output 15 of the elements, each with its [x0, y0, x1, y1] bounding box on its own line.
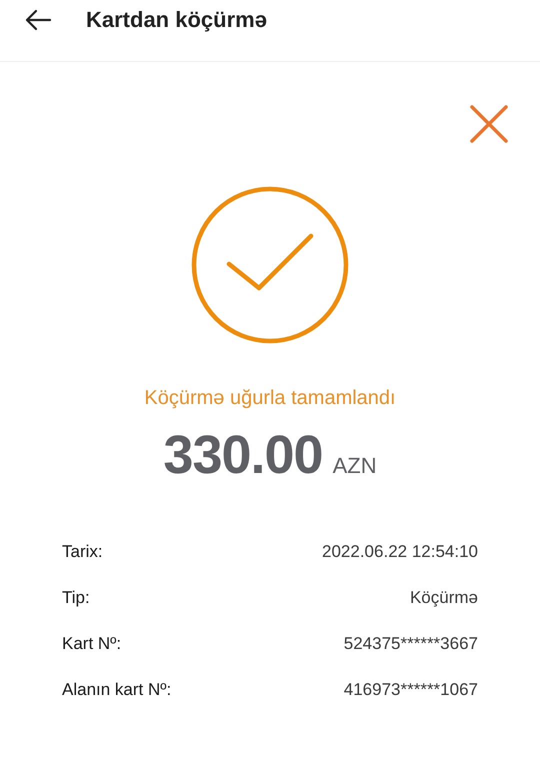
- back-icon[interactable]: [24, 8, 52, 30]
- detail-label: Kart Nº:: [62, 634, 122, 654]
- success-message: Köçürmə uğurla tamamlandı: [143, 387, 397, 410]
- close-icon[interactable]: [470, 105, 508, 143]
- success-check-icon: [191, 186, 349, 344]
- detail-label: Alanın kart Nº:: [62, 680, 172, 700]
- amount: 330.00: [163, 424, 323, 486]
- currency: AZN: [332, 453, 377, 479]
- detail-label: Tarix:: [62, 542, 103, 562]
- screen-title: Kartdan köçürmə: [86, 6, 267, 32]
- detail-value: 416973******1067: [344, 680, 478, 700]
- detail-value: 524375******3667: [344, 634, 478, 654]
- detail-label: Tip:: [62, 588, 90, 608]
- detail-value: 2022.06.22 12:54:10: [322, 542, 478, 562]
- detail-value: Köçürmə: [410, 588, 478, 608]
